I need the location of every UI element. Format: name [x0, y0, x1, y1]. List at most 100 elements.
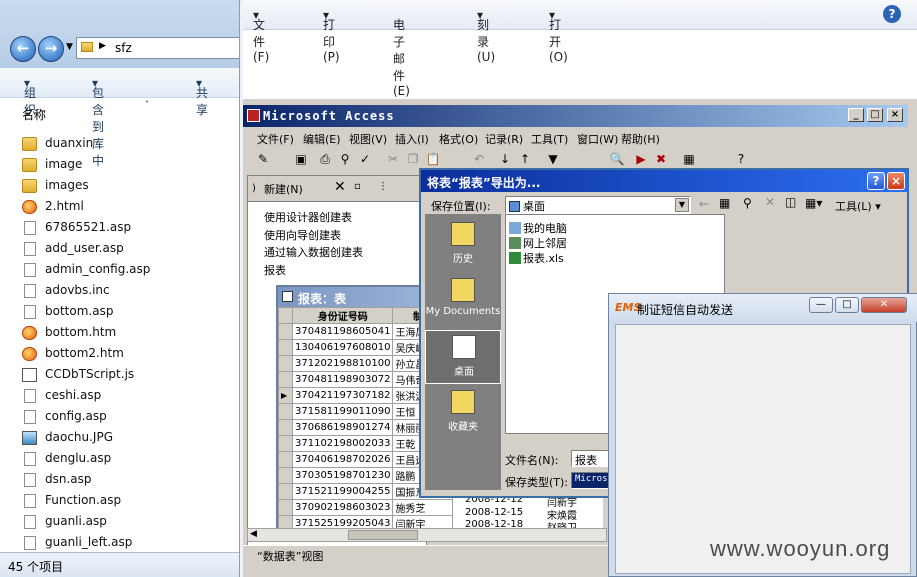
views-icon[interactable]: ▦▾ [805, 196, 822, 210]
small-icons-icon[interactable]: ⋮ [378, 181, 388, 192]
back-icon[interactable]: ← [699, 197, 709, 211]
tools-menu[interactable]: 工具(L) ▾ [835, 198, 881, 214]
access-menu-item[interactable]: 格式(O) [439, 131, 478, 147]
row-selector[interactable] [278, 483, 293, 500]
close-button[interactable]: × [887, 108, 903, 122]
filter-icon[interactable]: ▼ [545, 151, 561, 167]
file-list-item[interactable]: add_user.asp [22, 239, 232, 259]
database-object-item[interactable]: 使用向导创建表 [264, 227, 341, 243]
file-list-item[interactable]: images [22, 176, 232, 196]
maximize-button[interactable]: □ [867, 108, 883, 122]
spellcheck-icon[interactable]: ✓ [357, 151, 373, 167]
view-icon[interactable]: ✎ [255, 151, 271, 167]
minimize-button[interactable]: — [809, 297, 833, 313]
row-selector[interactable] [278, 451, 293, 468]
place-history[interactable]: 历史 [425, 218, 501, 272]
new-record-icon[interactable]: ▶ [633, 151, 649, 167]
id-number-cell[interactable]: 370481198605041 [291, 323, 394, 340]
id-number-cell[interactable]: 370406198702026 [291, 451, 394, 468]
access-menu-item[interactable]: 插入(I) [395, 131, 429, 147]
horizontal-scrollbar[interactable]: ◀ [247, 528, 607, 542]
table-row[interactable]: 370902198603023 施秀芝 [278, 499, 454, 516]
id-number-cell[interactable]: 371521199004255 [291, 483, 394, 500]
file-list-item[interactable]: config.asp [22, 407, 232, 427]
file-list-item[interactable]: admin_config.asp [22, 260, 232, 280]
menu-open[interactable]: 打开(O) ▾ [549, 8, 568, 64]
history-dropdown-icon[interactable]: ▼ [66, 42, 73, 52]
row-selector[interactable] [278, 355, 293, 372]
file-list-item[interactable]: Function.asp [22, 491, 232, 511]
database-object-item[interactable]: 通过输入数据创建表 [264, 244, 363, 260]
id-number-cell[interactable]: 370421197307182 [291, 387, 394, 404]
preview-icon[interactable]: ⚲ [337, 151, 353, 167]
filename-input[interactable]: 报表 [571, 450, 611, 467]
row-selector[interactable] [278, 419, 293, 436]
access-menu-item[interactable]: 工具(T) [531, 131, 568, 147]
id-number-cell[interactable]: 370686198901274 [291, 419, 394, 436]
menu-file[interactable]: 文件(F) ▾ [253, 8, 269, 64]
id-number-cell[interactable]: 130406197608010 [291, 339, 394, 356]
include-library-button[interactable]: 包含到库中 ▾ [92, 76, 104, 168]
file-list-item[interactable]: adovbs.inc [22, 281, 232, 301]
address-bar[interactable]: ▶ sfz [76, 37, 239, 59]
database-object-item[interactable]: 报表 [264, 262, 286, 278]
menu-burn[interactable]: 刻录(U) ▾ [477, 8, 495, 64]
search-web-icon[interactable]: ⚲ [743, 196, 752, 210]
file-list-item[interactable]: CCDbTScript.js [22, 365, 232, 385]
row-selector[interactable] [278, 371, 293, 388]
place-my-documents[interactable]: My Documents [425, 274, 501, 328]
file-list-item[interactable]: bottom2.htm [22, 344, 232, 364]
share-button[interactable]: 共享 ▾ [196, 76, 208, 117]
id-number-cell[interactable]: 370481198903072 [291, 371, 394, 388]
menu-print[interactable]: 打印(P) ▾ [323, 8, 340, 64]
open-button[interactable]: ) [252, 183, 256, 194]
date-cell[interactable]: 2008-12-15 [465, 507, 523, 518]
dialog-help-button[interactable]: ? [867, 172, 885, 190]
row-selector[interactable] [278, 339, 293, 356]
access-menu-item[interactable]: 文件(F) [257, 131, 294, 147]
maximize-button[interactable]: □ [835, 297, 859, 313]
file-list-item[interactable]: guanli.asp [22, 512, 232, 532]
file-list-item[interactable]: dsn.asp [22, 470, 232, 490]
file-browser-item[interactable]: 网上邻居 [509, 235, 567, 251]
file-list-item[interactable]: daochu.JPG [22, 428, 232, 448]
new-folder-icon[interactable]: ◫ [785, 195, 796, 209]
sort-desc-icon[interactable]: ↑ [517, 151, 533, 167]
organize-button[interactable]: 组织 ▾ [24, 76, 36, 117]
file-list-item[interactable]: ceshi.asp [22, 386, 232, 406]
name-cell[interactable]: 施秀芝 [392, 499, 454, 516]
scroll-thumb[interactable] [348, 530, 418, 540]
dialog-close-button[interactable]: × [887, 172, 905, 190]
place-favorites[interactable]: 收藏夹 [425, 386, 501, 440]
id-number-cell[interactable]: 371581199011090 [291, 403, 394, 420]
access-menu-item[interactable]: 窗口(W) [577, 131, 618, 147]
back-button[interactable]: ← [10, 36, 36, 62]
id-number-cell[interactable]: 371102198002033 [291, 435, 394, 452]
row-selector[interactable]: ▶ [278, 387, 293, 404]
filetype-select[interactable]: Micros [571, 472, 611, 489]
large-icons-icon[interactable]: ▫ [354, 181, 361, 192]
row-selector[interactable] [278, 499, 293, 516]
row-selector[interactable] [278, 403, 293, 420]
file-list-item[interactable]: image [22, 155, 232, 175]
database-object-item[interactable]: 使用设计器创建表 [264, 209, 352, 225]
access-menu-item[interactable]: 视图(V) [349, 131, 387, 147]
delete-icon[interactable]: ✕ [765, 195, 775, 209]
undo-icon[interactable]: ↶ [471, 151, 487, 167]
column-header-name[interactable]: 名称 [22, 106, 46, 123]
save-icon[interactable]: ▣ [293, 151, 309, 167]
access-menu-item[interactable]: 记录(R) [485, 131, 523, 147]
dropdown-arrow-icon[interactable]: ▼ [675, 198, 689, 212]
close-button[interactable]: ✕ [861, 297, 907, 313]
id-number-cell[interactable]: 370902198603023 [291, 499, 394, 516]
up-folder-icon[interactable]: ▦ [719, 196, 730, 210]
delete-record-icon[interactable]: ✖ [653, 151, 669, 167]
file-list-item[interactable]: duanxin [22, 134, 232, 154]
save-location-select[interactable]: 桌面 ▼ [505, 196, 691, 214]
forward-button[interactable]: → [38, 36, 64, 62]
file-list-item[interactable]: bottom.htm [22, 323, 232, 343]
scroll-left-icon[interactable]: ◀ [250, 529, 257, 539]
row-selector[interactable] [278, 467, 293, 484]
id-number-cell[interactable]: 371202198810100 [291, 355, 394, 372]
copy-icon[interactable]: ❐ [405, 151, 421, 167]
